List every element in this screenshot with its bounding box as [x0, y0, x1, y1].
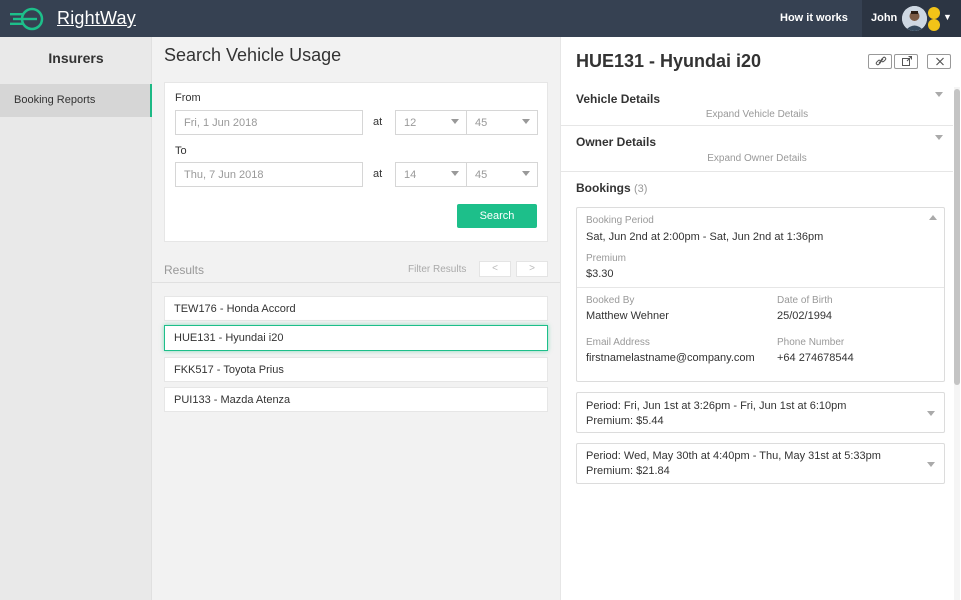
divider	[577, 287, 944, 288]
to-hour-select[interactable]: 14	[395, 162, 467, 187]
close-button[interactable]	[927, 54, 951, 69]
booking-premium-value: Premium: $5.44	[586, 415, 664, 427]
expand-owner-details-link[interactable]: Expand Owner Details	[561, 153, 953, 164]
chevron-down-icon[interactable]	[927, 411, 935, 416]
to-hour-value: 14	[404, 169, 417, 181]
message-badge-icon[interactable]	[928, 19, 940, 31]
booking-card-collapsed[interactable]: Period: Wed, May 30th at 4:40pm - Thu, M…	[576, 443, 945, 484]
owner-details-section[interactable]: Owner Details Expand Owner Details	[561, 126, 953, 172]
from-date-input[interactable]: Fri, 1 Jun 2018	[175, 110, 363, 135]
vehicle-title: HUE131 - Hyundai i20	[576, 51, 762, 71]
open-external-button[interactable]	[894, 54, 918, 69]
external-link-icon	[902, 56, 912, 66]
chevron-down-icon	[451, 119, 459, 124]
to-minute-value: 45	[475, 169, 488, 181]
dob-label: Date of Birth	[777, 295, 833, 306]
notification-badge-icon[interactable]	[928, 7, 940, 19]
premium-value: $3.30	[586, 268, 614, 280]
dob-value: 25/02/1994	[777, 310, 833, 322]
email-value: firstnamelastname@company.com	[586, 352, 755, 364]
booking-period-value: Period: Fri, Jun 1st at 3:26pm - Fri, Ju…	[586, 400, 847, 412]
bookings-title: Bookings	[576, 181, 631, 195]
email-label: Email Address	[586, 337, 650, 348]
app-name-link[interactable]: RightWay	[57, 8, 136, 29]
sidebar-item-booking-reports[interactable]: Booking Reports	[0, 84, 152, 117]
how-it-works-link[interactable]: How it works	[780, 12, 848, 24]
results-label: Results	[164, 263, 205, 277]
expand-vehicle-details-link[interactable]: Expand Vehicle Details	[561, 109, 953, 120]
logo-icon[interactable]	[10, 7, 44, 31]
search-button[interactable]: Search	[457, 204, 537, 228]
link-button[interactable]	[868, 54, 892, 69]
booking-period-label: Booking Period	[586, 215, 654, 226]
booked-by-label: Booked By	[586, 295, 635, 306]
result-row[interactable]: PUI133 - Mazda Atenza	[164, 387, 548, 412]
prev-page-button[interactable]: <	[479, 261, 511, 277]
phone-label: Phone Number	[777, 337, 845, 348]
booking-period-value: Sat, Jun 2nd at 2:00pm - Sat, Jun 2nd at…	[586, 231, 824, 243]
chevron-down-icon[interactable]	[927, 462, 935, 467]
premium-label: Premium	[586, 253, 627, 264]
chevron-up-icon[interactable]	[929, 215, 937, 220]
user-name[interactable]: John	[871, 12, 897, 24]
next-page-button[interactable]: >	[516, 261, 548, 277]
from-minute-select[interactable]: 45	[466, 110, 538, 135]
to-at-label: at	[373, 168, 383, 180]
booking-period-value: Period: Wed, May 30th at 4:40pm - Thu, M…	[586, 450, 881, 462]
sidebar-item-label: Booking Reports	[14, 94, 96, 106]
from-hour-select[interactable]: 12	[395, 110, 467, 135]
phone-value: +64 274678544	[777, 352, 854, 364]
search-panel: Search Vehicle Usage From Fri, 1 Jun 201…	[152, 37, 560, 600]
page-title: Search Vehicle Usage	[164, 45, 342, 65]
chevron-down-icon	[451, 171, 459, 176]
booked-by-value: Matthew Wehner	[586, 310, 669, 322]
sidebar: Insurers Booking Reports	[0, 37, 152, 600]
to-date-input[interactable]: Thu, 7 Jun 2018	[175, 162, 363, 187]
top-bar: RightWay How it works John ▼	[0, 0, 961, 37]
booking-premium-value: Premium: $21.84	[586, 465, 670, 477]
close-icon	[936, 57, 944, 66]
to-label: To	[175, 145, 187, 157]
from-minute-value: 45	[475, 117, 488, 129]
booking-card-expanded[interactable]: Booking Period Sat, Jun 2nd at 2:00pm - …	[576, 207, 945, 382]
result-row[interactable]: TEW176 - Honda Accord	[164, 296, 548, 321]
to-minute-select[interactable]: 45	[466, 162, 538, 187]
owner-details-title: Owner Details	[576, 135, 657, 149]
search-card: From Fri, 1 Jun 2018 at 12 45 To Thu, 7 …	[164, 82, 548, 242]
chevron-down-icon	[522, 171, 530, 176]
result-row[interactable]: FKK517 - Toyota Prius	[164, 357, 548, 382]
vehicle-details-title: Vehicle Details	[576, 92, 661, 106]
filter-results-label[interactable]: Filter Results	[408, 264, 466, 275]
from-label: From	[175, 92, 201, 104]
divider	[152, 282, 560, 283]
user-menu[interactable]: John ▼	[862, 0, 961, 37]
sidebar-title: Insurers	[48, 50, 104, 66]
booking-card-collapsed[interactable]: Period: Fri, Jun 1st at 3:26pm - Fri, Ju…	[576, 392, 945, 433]
vehicle-details-section[interactable]: Vehicle Details Expand Vehicle Details	[561, 82, 953, 126]
chevron-down-icon	[522, 119, 530, 124]
detail-panel: HUE131 - Hyundai i20 Vehicle Details Exp…	[560, 37, 961, 600]
avatar[interactable]	[902, 6, 927, 31]
chevron-down-icon[interactable]	[935, 92, 943, 97]
bookings-count: (3)	[634, 183, 648, 195]
link-icon	[875, 56, 887, 66]
chevron-down-icon[interactable]: ▼	[943, 12, 952, 22]
result-row-selected[interactable]: HUE131 - Hyundai i20	[164, 325, 548, 351]
scrollbar-thumb[interactable]	[954, 89, 960, 385]
from-hour-value: 12	[404, 117, 417, 129]
from-at-label: at	[373, 116, 383, 128]
bookings-heading: Bookings (3)	[576, 181, 647, 195]
chevron-down-icon[interactable]	[935, 135, 943, 140]
